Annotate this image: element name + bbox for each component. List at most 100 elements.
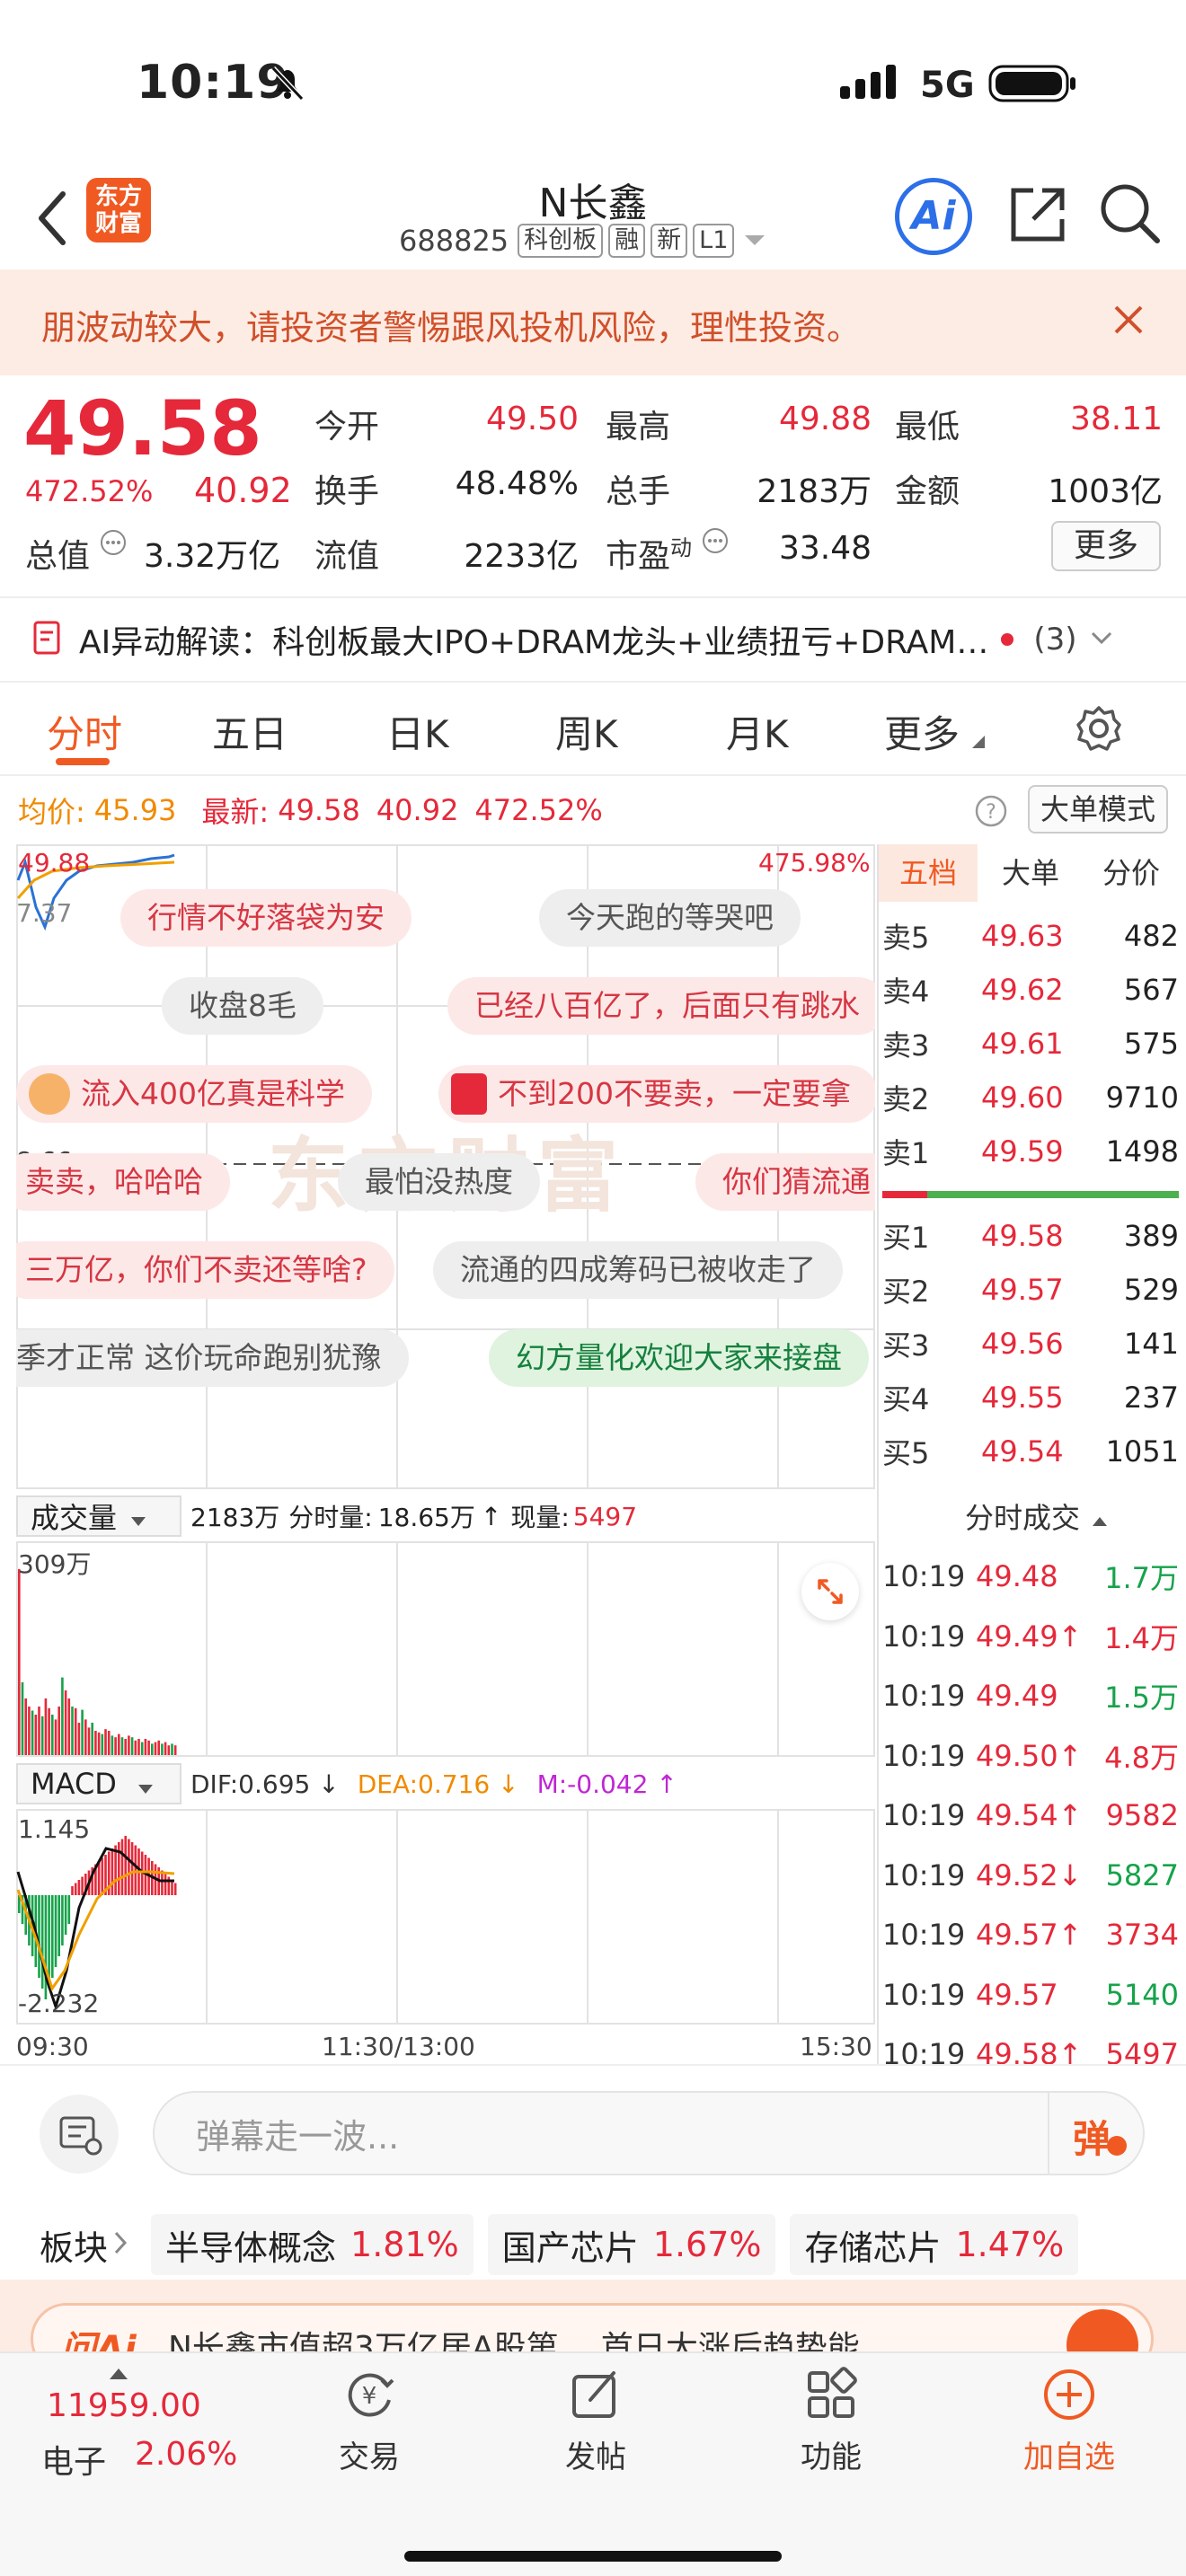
volume-bar bbox=[51, 1715, 54, 1755]
tab-five-day[interactable]: 五日 bbox=[212, 704, 288, 759]
danmaku-bubble[interactable]: 行情不好落袋为安 bbox=[120, 889, 412, 947]
danmaku-input[interactable]: 弹幕走一波... bbox=[153, 2091, 1145, 2175]
macd-bar bbox=[114, 1845, 117, 1895]
orderbook-tab-price[interactable]: 分价 bbox=[1082, 844, 1181, 902]
plus-circle-icon bbox=[1044, 2369, 1094, 2420]
volume-bar bbox=[40, 1716, 44, 1755]
sector-chip[interactable]: 半导体概念 1.81% bbox=[151, 2214, 474, 2275]
nav-add-watchlist[interactable]: 加自选 bbox=[1015, 2366, 1123, 2476]
intraday-price-chart[interactable]: 49.88 475.98% 8.66 7.37 东方财富 行情不好落袋为安 今天… bbox=[16, 844, 875, 1489]
danmaku-bubble[interactable]: 今天跑的等哭吧 bbox=[539, 889, 801, 947]
tab-intraday[interactable]: 分时 bbox=[47, 704, 122, 759]
more-button[interactable]: 更多 bbox=[1051, 521, 1161, 571]
trades-title[interactable]: 分时成交 bbox=[965, 1491, 1108, 1541]
big-order-mode-button[interactable]: 大单模式 bbox=[1028, 785, 1168, 834]
bottom-nav: 11959.00 电子 2.06% ¥ 交易 发帖 功能 加自选 bbox=[0, 2351, 1186, 2576]
volume-bar bbox=[28, 1707, 31, 1755]
danmaku-settings-button[interactable] bbox=[40, 2095, 119, 2174]
macd-chart[interactable]: 1.145 -2.232 bbox=[16, 1809, 875, 2025]
danmaku-bubble[interactable]: 不到200不要卖，一定要拿 bbox=[438, 1065, 875, 1123]
tab-daily-k[interactable]: 日K bbox=[386, 704, 449, 759]
danmaku-bubble[interactable]: 已经八百亿了，后面只有跳水 bbox=[447, 977, 875, 1035]
trade-row: 10:19 49.49 1.5万 bbox=[882, 1666, 1179, 1725]
danmaku-bubble[interactable]: 三万亿，你们不卖还等啥? bbox=[16, 1241, 394, 1299]
bid-volume: 529 bbox=[1123, 1273, 1179, 1307]
danmaku-bubble[interactable]: 最怕没热度 bbox=[338, 1153, 540, 1211]
bid-volume: 141 bbox=[1123, 1327, 1179, 1361]
orderbook-tab-big[interactable]: 大单 bbox=[981, 844, 1080, 902]
close-icon[interactable] bbox=[1111, 302, 1146, 341]
volume-now: 5497 bbox=[572, 1501, 638, 1531]
danmaku-toggle-button[interactable]: 弹 bbox=[1048, 2091, 1145, 2175]
pe-info-icon[interactable] bbox=[701, 526, 730, 559]
trade-volume: 3734 bbox=[1105, 1918, 1179, 1952]
x-axis-mid: 11:30/13:00 bbox=[322, 2032, 475, 2061]
orderbook-tab-five[interactable]: 五档 bbox=[879, 844, 978, 902]
volume-bar bbox=[67, 1698, 71, 1755]
volume-bar bbox=[137, 1739, 140, 1755]
macd-bar bbox=[130, 1842, 134, 1895]
sector-chip[interactable]: 国产芯片 1.67% bbox=[487, 2214, 776, 2275]
info-dots-icon[interactable] bbox=[99, 528, 128, 560]
danmaku-bubble[interactable]: 流通的四成筹码已被收走了 bbox=[433, 1241, 843, 1299]
trade-row: 10:19 49.52↓ 5827 bbox=[882, 1846, 1179, 1905]
volume-bar bbox=[64, 1690, 67, 1755]
danmaku-bubble[interactable]: 流入400亿真是科学 bbox=[16, 1065, 372, 1123]
macd-bar bbox=[58, 1895, 60, 1956]
share-icon[interactable] bbox=[1006, 183, 1069, 250]
volume-bar bbox=[140, 1742, 144, 1755]
volume-value: 2183万 bbox=[757, 473, 872, 510]
volume-bar bbox=[24, 1698, 27, 1755]
volume-bar bbox=[147, 1740, 150, 1755]
ask-row: 卖4 49.62 567 bbox=[882, 963, 1179, 1017]
news-strip[interactable]: 问Ai N长鑫市值超3万亿居A股第… 首日大涨后趋势能 bbox=[0, 2280, 1186, 2351]
price-summary-row: 均价: 45.93 最新: 49.58 40.92 472.52% bbox=[18, 781, 603, 839]
expand-button[interactable] bbox=[801, 1563, 859, 1620]
pe-label-sup: 动 bbox=[670, 535, 693, 560]
danmaku-bubble[interactable]: 季才正常 这价玩命跑别犹豫 bbox=[16, 1329, 409, 1387]
tab-monthly-k[interactable]: 月K bbox=[726, 704, 789, 759]
volume-bar bbox=[48, 1707, 50, 1755]
sector-row: 板块 半导体概念 1.81% 国产芯片 1.67% 存储芯片 1.47% bbox=[0, 2204, 1186, 2285]
macd-bar bbox=[128, 1839, 130, 1895]
nav-post[interactable]: 发帖 bbox=[546, 2366, 645, 2476]
macd-selector[interactable]: MACD bbox=[16, 1763, 181, 1804]
volume-chart[interactable]: 309万 bbox=[16, 1541, 875, 1757]
sector-name: 半导体概念 bbox=[165, 2228, 337, 2268]
news-ai-badge: 问Ai bbox=[60, 2329, 137, 2351]
index-value[interactable]: 11959.00 bbox=[47, 2387, 201, 2424]
danmaku-bubble[interactable]: 收盘8毛 bbox=[162, 977, 323, 1035]
tab-weekly-k[interactable]: 周K bbox=[555, 704, 618, 759]
trade-price: 49.50↑ bbox=[976, 1738, 1083, 1773]
sector-chip[interactable]: 存储芯片 1.47% bbox=[790, 2214, 1079, 2275]
nav-functions-label: 功能 bbox=[801, 2439, 862, 2475]
help-icon[interactable]: ? bbox=[974, 794, 1008, 832]
search-icon[interactable] bbox=[1098, 181, 1163, 250]
nav-trade[interactable]: ¥ 交易 bbox=[320, 2366, 419, 2476]
open-label: 今开 bbox=[314, 409, 380, 446]
trade-volume: 5827 bbox=[1105, 1857, 1179, 1892]
danmaku-bubble[interactable]: 幻方量化欢迎大家来接盘 bbox=[489, 1329, 869, 1387]
nav-functions[interactable]: 功能 bbox=[782, 2366, 881, 2476]
danmaku-bubble[interactable]: 你们猜流通 bbox=[695, 1153, 875, 1211]
edit-icon bbox=[572, 2371, 615, 2418]
macd-bar bbox=[64, 1895, 67, 1935]
settings-gear-icon[interactable] bbox=[1075, 704, 1123, 756]
ai-button[interactable]: Ai bbox=[895, 178, 972, 255]
sector-label[interactable]: 板块 bbox=[40, 2220, 108, 2270]
float-value: 2233亿 bbox=[464, 538, 579, 575]
volume-selector[interactable]: 成交量 bbox=[16, 1495, 181, 1537]
ai-interpretation-row[interactable]: AI异动解读：科创板最大IPO+DRAM龙头+业绩扭亏+DRAM… (3) bbox=[0, 598, 1186, 681]
bid-level: 买4 bbox=[882, 1382, 930, 1416]
danmaku-bubble[interactable]: 卖卖，哈哈哈 bbox=[16, 1153, 230, 1211]
volume-total: 2183万 bbox=[190, 1503, 280, 1532]
caret-up-icon bbox=[110, 2366, 128, 2383]
stock-code-row[interactable]: 688825 科创板 融 新 L1 bbox=[399, 221, 766, 260]
arrow-right-icon[interactable] bbox=[1067, 2309, 1138, 2351]
pe-value: 33.48 bbox=[778, 530, 872, 567]
macd-bar bbox=[44, 1895, 48, 1999]
tab-more[interactable]: 更多 bbox=[884, 704, 960, 759]
volume-tick-label: 分时量: bbox=[288, 1503, 373, 1532]
volume-header: 成交量 2183万 分时量: 18.65万 ↑ 现量: 5497 bbox=[16, 1491, 875, 1541]
ai-interpretation-text: AI异动解读：科创板最大IPO+DRAM龙头+业绩扭亏+DRAM… bbox=[79, 624, 989, 661]
